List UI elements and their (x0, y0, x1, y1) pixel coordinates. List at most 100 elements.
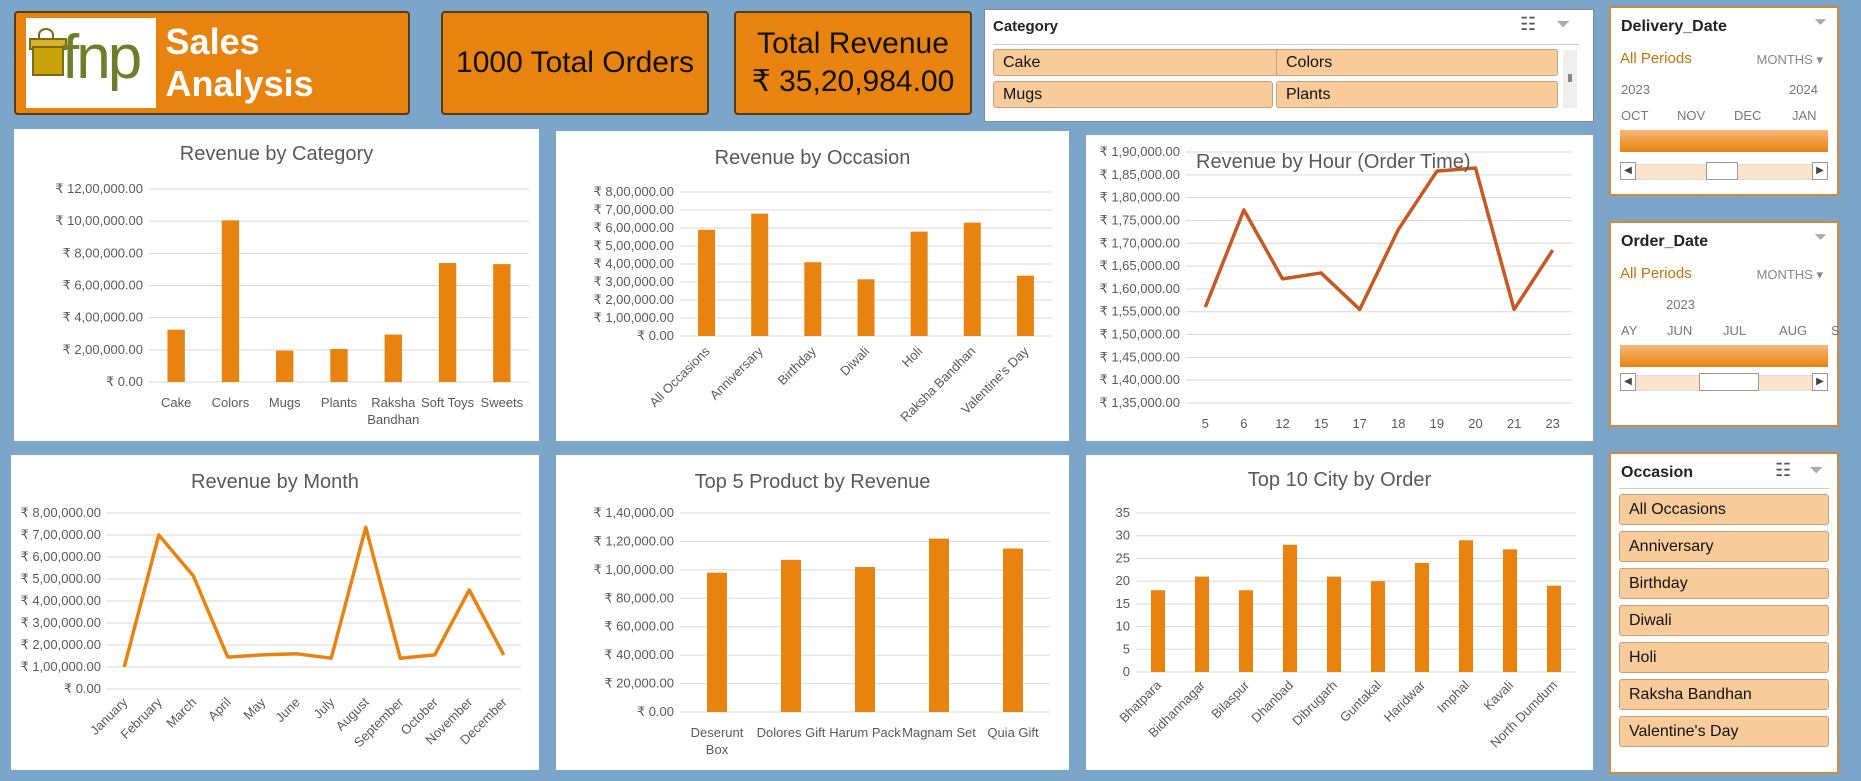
bar (751, 213, 769, 336)
x-tick-label: 17 (1352, 416, 1366, 431)
clear-filter-icon[interactable]: ⏷ (1814, 14, 1827, 32)
month-label: DEC (1734, 108, 1762, 123)
occasion-item[interactable]: All Occasions (1619, 494, 1829, 525)
bar (910, 231, 928, 336)
category-item[interactable]: Colors (1276, 49, 1558, 76)
category-item[interactable]: Cake (993, 49, 1280, 76)
category-slicer[interactable]: Category ☷ ⏷ Cake Colors Mugs Plants (984, 9, 1594, 122)
timeline-scrollbar[interactable]: ◀ ▶ (1620, 162, 1828, 180)
occasion-item[interactable]: Holi (1619, 642, 1829, 673)
y-tick-label: ₹ 5,00,000.00 (593, 238, 674, 253)
x-tick-label: Soft Toys (421, 395, 475, 410)
y-tick-label: ₹ 1,20,000.00 (593, 533, 674, 548)
y-tick-label: 10 (1116, 619, 1130, 634)
y-tick-label: ₹ 0.00 (64, 681, 101, 696)
scroll-right-icon[interactable]: ▶ (1812, 373, 1828, 391)
y-tick-label: ₹ 8,00,000.00 (62, 245, 143, 260)
scroll-left-icon[interactable]: ◀ (1620, 162, 1636, 180)
time-unit-dropdown[interactable]: MONTHS ▾ (1757, 267, 1824, 283)
occasion-item[interactable]: Raksha Bandhan (1619, 679, 1829, 710)
bar (1502, 549, 1518, 672)
timeline-period-bar[interactable] (1620, 130, 1828, 152)
chart-title: Revenue by Month (191, 471, 359, 493)
clear-filter-icon[interactable]: ⏷ (1814, 229, 1827, 247)
y-tick-label: ₹ 4,00,000.00 (593, 256, 674, 271)
category-scrollbar[interactable] (1563, 50, 1577, 108)
total-revenue-value: ₹ 35,20,984.00 (751, 65, 955, 98)
dashboard-title: Sales Analysis (165, 21, 314, 104)
occasion-item[interactable]: Valentine's Day (1619, 716, 1829, 747)
y-tick-label: ₹ 1,40,000.00 (1099, 372, 1180, 387)
x-tick-label: Guntakal (1337, 677, 1384, 724)
multi-select-icon[interactable]: ☷ (1520, 14, 1536, 35)
x-tick-label: Birthday (775, 343, 820, 388)
bar (929, 538, 949, 712)
bar (804, 262, 822, 336)
month-chart-svg: ₹ 0.00 ₹ 1,00,000.00 ₹ 2,00,000.00 ₹ 3,00,0… (20, 505, 521, 750)
x-tick-label: 6 (1240, 416, 1247, 431)
chart-title: Revenue by Hour (Order Time) (1196, 151, 1471, 173)
occasion-slicer-title: Occasion (1621, 464, 1694, 481)
bar (1370, 581, 1386, 672)
timeline-period-bar[interactable] (1620, 345, 1828, 367)
month-label: AUG (1779, 323, 1808, 338)
delivery-date-timeline[interactable]: Delivery_Date ⏷ All Periods MONTHS ▾ 202… (1609, 6, 1839, 196)
scroll-left-icon[interactable]: ◀ (1620, 373, 1636, 391)
clear-filter-icon[interactable]: ⏷ (1809, 460, 1823, 481)
scroll-thumb[interactable] (1706, 162, 1738, 180)
category-item[interactable]: Mugs (993, 81, 1273, 108)
city-chart-svg: 05101520253035BhatparaBidhannagar Bilaspu… (1116, 505, 1576, 750)
bar (384, 334, 402, 382)
series-line (122, 525, 506, 668)
product-chart-svg: ₹ 0.00 ₹ 20,000.00 ₹ 40,000.00 ₹ 60,000.00 ₹… (593, 505, 1050, 757)
x-tick-label: Sweets (481, 395, 524, 410)
year-label: 2023 (1621, 82, 1650, 97)
bar (855, 567, 875, 712)
occasion-item[interactable]: Anniversary (1619, 531, 1829, 562)
chart-title: Revenue by Category (179, 143, 374, 165)
occasion-item[interactable]: Birthday (1619, 568, 1829, 599)
y-tick-label: ₹ 0.00 (637, 328, 674, 343)
delivery-timeline-title: Delivery_Date (1621, 18, 1727, 35)
y-tick-label: ₹ 8,00,000.00 (593, 184, 674, 199)
order-date-timeline[interactable]: Order_Date ⏷ All Periods MONTHS ▾ 2023 A… (1609, 221, 1840, 427)
x-tick-label: March (163, 695, 199, 731)
x-tick-label: April (205, 694, 234, 723)
bar (1458, 540, 1474, 672)
y-tick-label: ₹ 2,00,000.00 (20, 637, 101, 652)
occasion-slicer[interactable]: Occasion ☷ ⏷ All Occasions Anniversary Bir… (1609, 452, 1839, 774)
occasion-item[interactable]: Diwali (1619, 605, 1829, 636)
x-tick-label: Bandhan (367, 412, 419, 427)
month-label: JAN (1792, 108, 1817, 123)
x-tick-label: Raksha (371, 395, 416, 410)
y-tick-label: ₹ 6,00,000.00 (62, 278, 143, 293)
x-tick-label: Dolores Gift (757, 725, 826, 740)
y-tick-label: ₹ 1,50,000.00 (1099, 327, 1180, 342)
total-orders-text: 1000 Total Orders (456, 46, 694, 79)
scroll-thumb[interactable] (1699, 373, 1759, 391)
category-item[interactable]: Plants (1276, 81, 1558, 108)
bar (1282, 544, 1298, 672)
category-chart-svg: ₹ 0.00 ₹ 2,00,000.00 ₹ 4,00,000.00 ₹ 6,00,0… (55, 181, 529, 427)
bar (707, 572, 727, 712)
scroll-right-icon[interactable]: ▶ (1812, 162, 1828, 180)
x-tick-label: June (272, 695, 303, 726)
time-unit-dropdown[interactable]: MONTHS ▾ (1757, 52, 1824, 68)
bar (438, 262, 457, 382)
y-tick-label: ₹ 3,00,000.00 (593, 274, 674, 289)
x-tick-label: Dibrugarh (1289, 678, 1340, 729)
clear-filter-icon[interactable]: ⏷ (1556, 14, 1570, 35)
x-tick-label: Magnam Set (902, 725, 976, 740)
y-tick-label: ₹ 1,85,000.00 (1099, 167, 1180, 182)
bar (963, 222, 981, 336)
chart-title: Top 10 City by Order (1247, 469, 1432, 491)
revenue-by-occasion-chart: Revenue by Occasion ₹ 0.00 ₹ 1,00,000.00 ₹… (556, 131, 1069, 441)
all-periods-label: All Periods (1620, 50, 1692, 67)
multi-select-icon[interactable]: ☷ (1775, 460, 1791, 481)
bar (857, 279, 875, 336)
timeline-scrollbar[interactable]: ◀ ▶ (1620, 373, 1828, 391)
year-label: 2024 (1789, 82, 1818, 97)
month-label: JUL (1723, 323, 1747, 338)
total-orders-card: 1000 Total Orders (441, 11, 709, 115)
x-tick-label: Mugs (269, 395, 301, 410)
